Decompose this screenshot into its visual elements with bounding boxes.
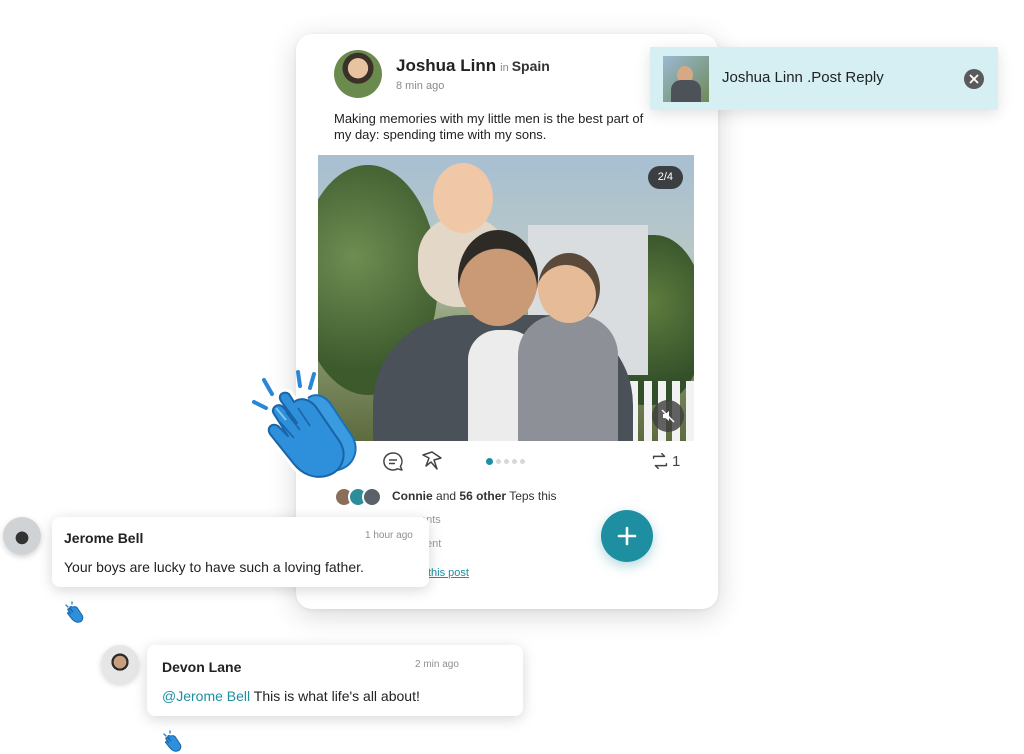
notification-thumbnail (663, 56, 709, 102)
clap-icon[interactable] (64, 601, 88, 623)
mute-icon (661, 409, 675, 423)
photo-boy-head (538, 253, 600, 323)
mention-link[interactable]: @Jerome Bell (162, 688, 250, 704)
photo-baby-head (433, 163, 493, 233)
add-button[interactable] (601, 510, 653, 562)
thumb-body (671, 80, 701, 102)
photo-man-head (458, 230, 538, 326)
comment-text: Your boys are lucky to have such a lovin… (64, 559, 364, 575)
carousel-dot[interactable] (486, 458, 493, 465)
view-post-link[interactable]: this post (428, 567, 469, 579)
comment-icon[interactable] (381, 450, 405, 474)
comment-body: @Jerome Bell This is what life's all abo… (162, 688, 420, 704)
repost-count: 1 (672, 453, 681, 470)
carousel-dot[interactable] (496, 459, 501, 464)
author-avatar[interactable] (334, 50, 382, 98)
commenter-name[interactable]: Jerome Bell (64, 530, 143, 546)
mute-button[interactable] (652, 400, 684, 432)
clap-icon[interactable] (162, 730, 186, 752)
author-name[interactable]: Joshua Linn (396, 56, 496, 75)
likes-others: 56 other (459, 489, 507, 503)
likes-suffix: Teps this (509, 489, 557, 503)
commenter-name[interactable]: Devon Lane (162, 659, 241, 675)
carousel-dot[interactable] (520, 459, 525, 464)
photo-boy-body (518, 315, 618, 441)
likes-summary[interactable]: Connie and 56 other Teps this (392, 489, 557, 503)
comment-card: Devon Lane 2 min ago @Jerome Bell This i… (147, 645, 523, 716)
liker-avatar (362, 487, 382, 507)
photo-counter: 2/4 (647, 166, 683, 189)
comment-time: 1 hour ago (365, 530, 413, 541)
post-header: Joshua Linn in Spain (396, 56, 550, 76)
commenter-avatar[interactable] (3, 517, 41, 555)
carousel-dot[interactable] (504, 459, 509, 464)
close-button[interactable] (964, 69, 984, 89)
comment-card: Jerome Bell 1 hour ago Your boys are luc… (52, 517, 429, 587)
carousel-dots[interactable] (486, 458, 525, 465)
carousel-dot[interactable] (512, 459, 517, 464)
reply-notification[interactable]: Joshua Linn .Post Reply (650, 47, 998, 110)
comment-time: 2 min ago (415, 659, 459, 670)
post-photo[interactable]: 2/4 (318, 155, 694, 441)
repost-icon[interactable] (649, 450, 671, 472)
clap-icon (252, 370, 357, 480)
commenter-avatar[interactable] (101, 645, 139, 683)
post-time: 8 min ago (396, 80, 445, 92)
close-icon (969, 74, 979, 84)
in-label: in (500, 62, 509, 74)
share-icon[interactable] (420, 449, 444, 473)
comment-text: This is what life's all about! (253, 688, 420, 704)
location-name[interactable]: Spain (512, 58, 550, 74)
liker-name: Connie (392, 489, 433, 503)
likers-avatars[interactable] (334, 487, 382, 507)
post-caption: Making memories with my little men is th… (334, 111, 644, 142)
likes-connector: and (436, 489, 457, 503)
notification-text: Joshua Linn .Post Reply (722, 69, 884, 86)
plus-icon (617, 526, 637, 546)
